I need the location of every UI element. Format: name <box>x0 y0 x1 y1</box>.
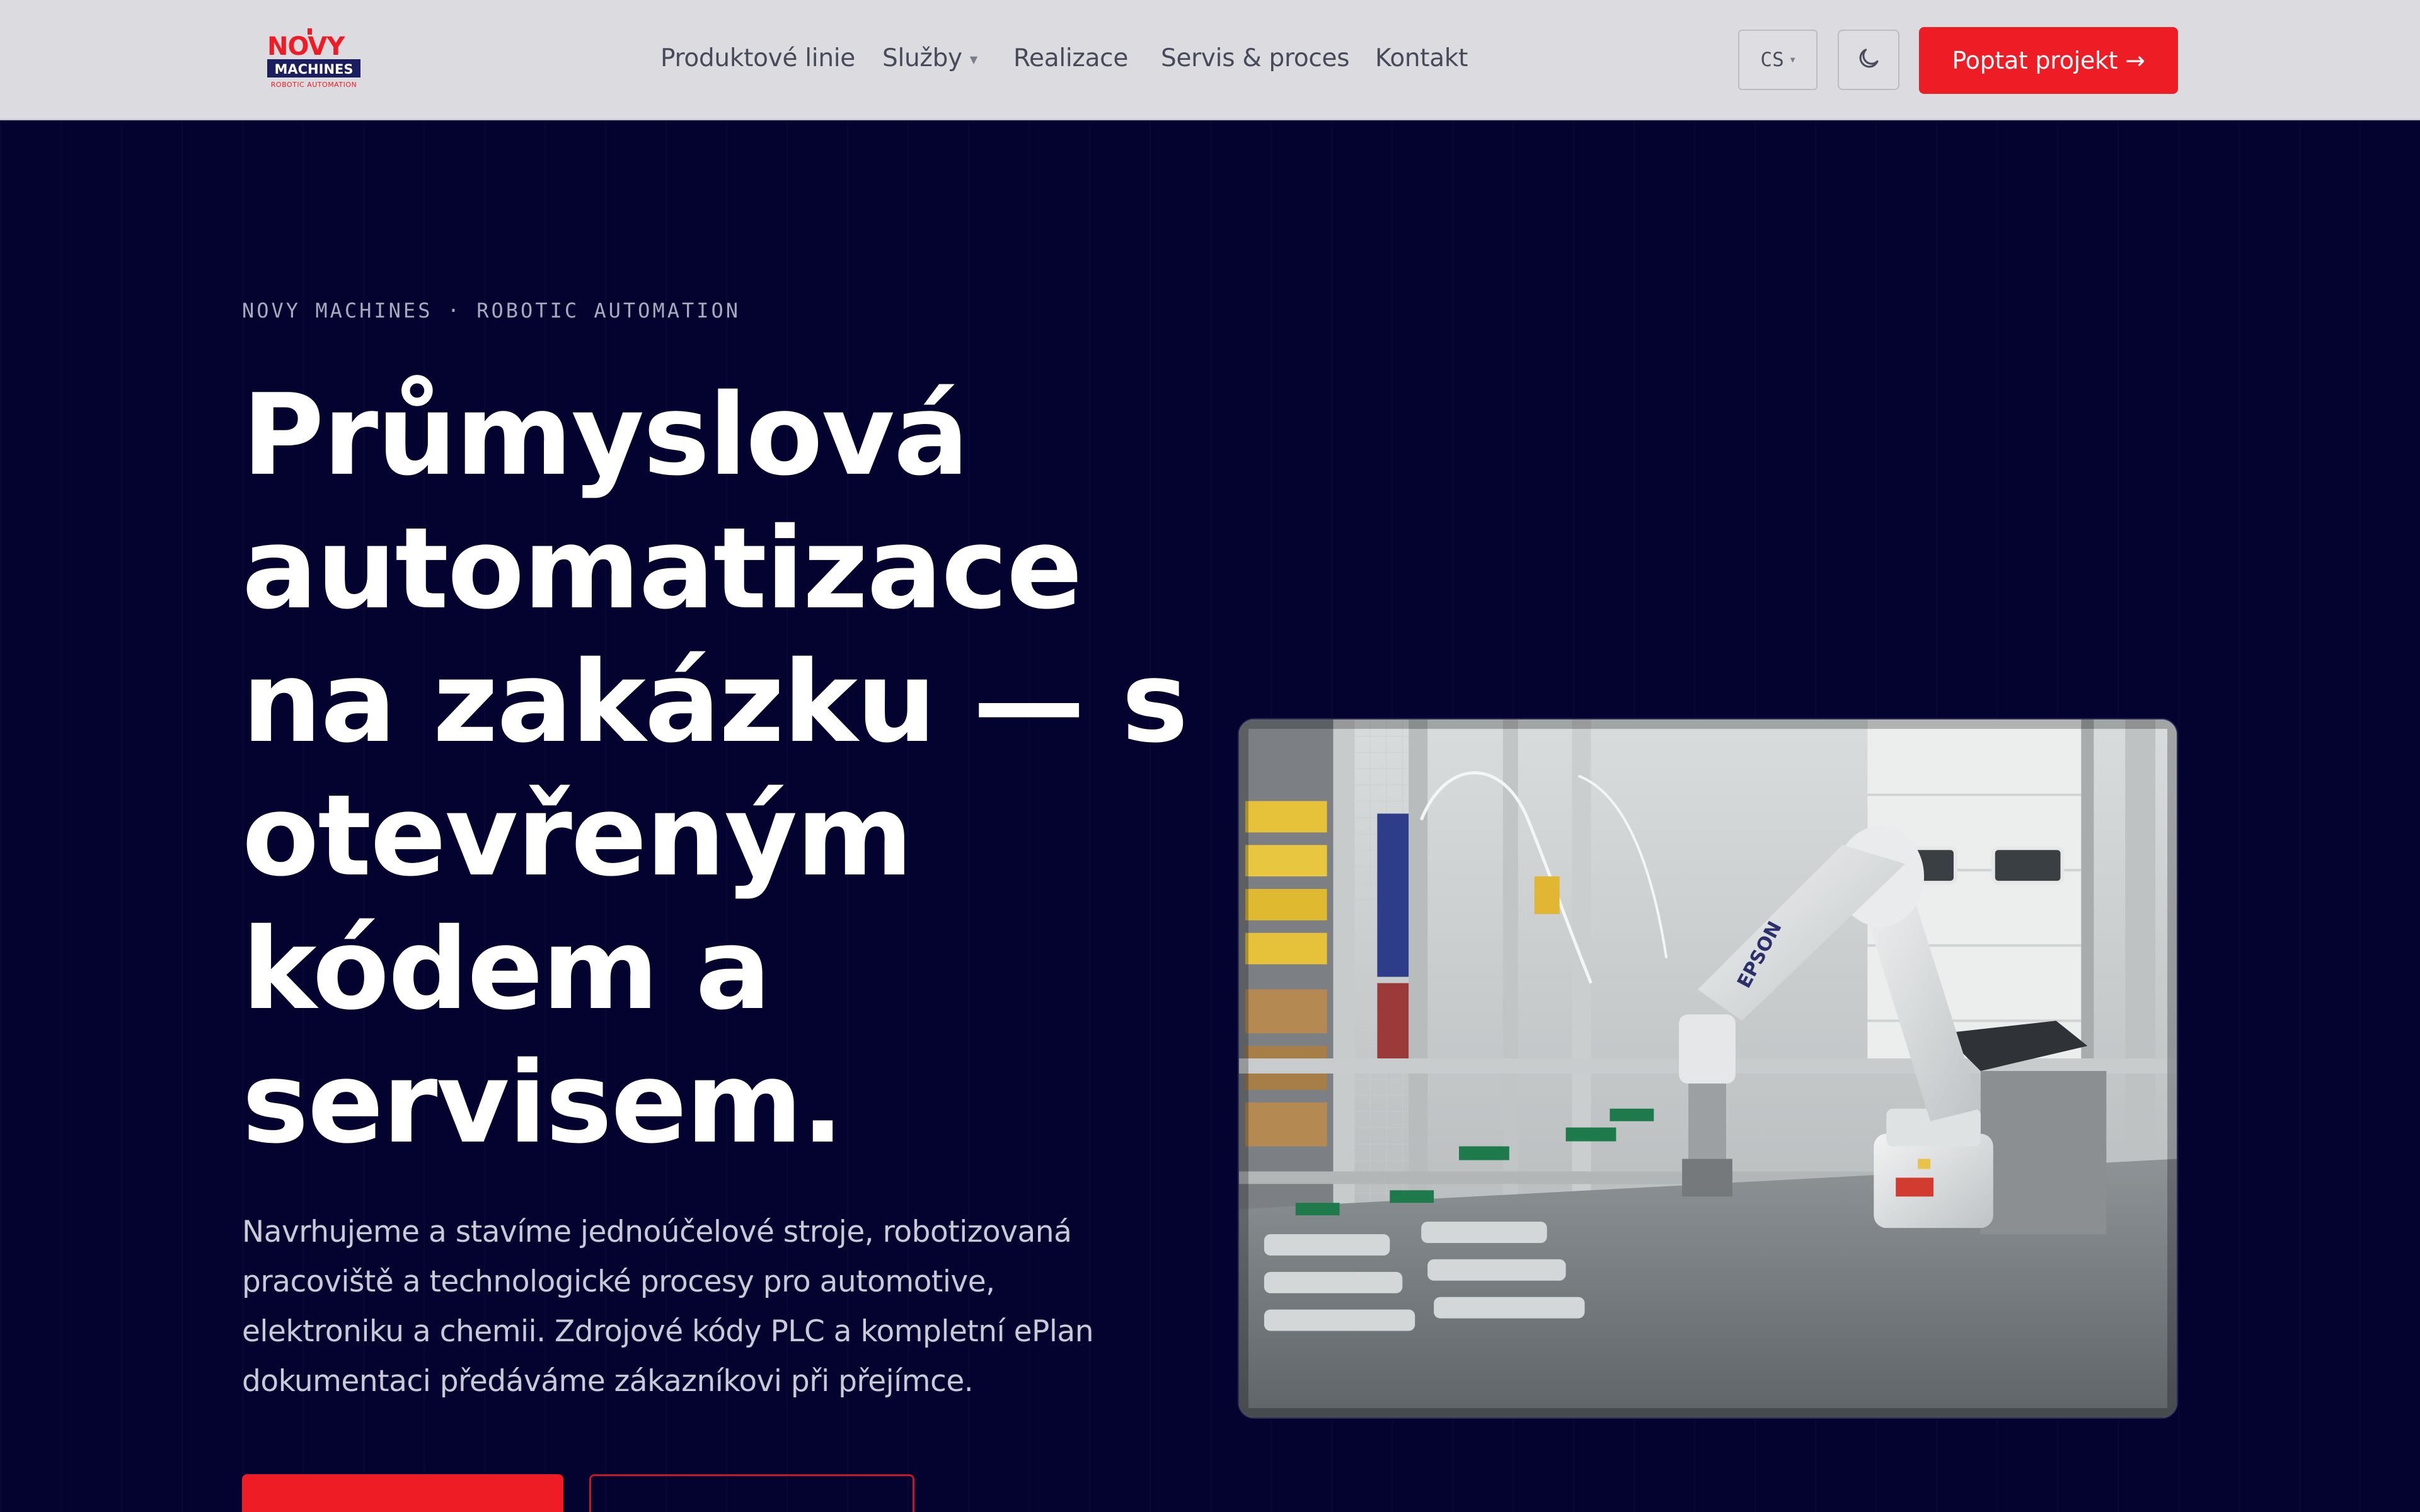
lead-line: elektroniku a chemii. Zdrojové kódy PLC … <box>242 1314 1093 1349</box>
logo-middle-text: MACHINES <box>275 62 354 77</box>
moon-icon <box>1855 45 1882 74</box>
logo-top-text: NOVY <box>267 32 345 61</box>
lead-line: Navrhujeme a stavíme jednoúčelové stroje… <box>242 1215 1072 1249</box>
nav-item-label: Služby <box>882 44 962 72</box>
theme-toggle-button[interactable] <box>1838 30 1899 90</box>
chevron-down-icon: ▼ <box>1790 55 1795 65</box>
lead-line: pracoviště a technologické procesy pro a… <box>242 1264 995 1299</box>
headline-line: na zakázku — s <box>242 637 1189 767</box>
headline-line: otevřeným <box>242 770 913 901</box>
headline-line: automatizace <box>242 503 1083 634</box>
logo-bottom-text: ROBOTIC AUTOMATION <box>271 81 357 89</box>
novy-machines-logo[interactable]: NOVY MACHINES ROBOTIC AUTOMATION <box>263 28 364 91</box>
hero-eyebrow: NOVY MACHINES · ROBOTIC AUTOMATION <box>242 299 741 323</box>
nav-item-servis-proces[interactable]: Servis & proces <box>1161 44 1350 72</box>
headline-line: kódem a <box>242 904 771 1034</box>
nav-item-realizace[interactable]: Realizace <box>1013 44 1128 72</box>
headline-line: servisem. <box>242 1038 844 1168</box>
hero-lead-text: Navrhujeme a stavíme jednoúčelové stroje… <box>242 1207 1124 1406</box>
request-project-button[interactable]: Poptat projekt → <box>1919 27 2178 94</box>
nav-item-kontakt[interactable]: Kontakt <box>1375 44 1468 72</box>
lead-line: dokumentaci předáváme zákazníkovi při př… <box>242 1364 974 1399</box>
chevron-down-icon: ▼ <box>969 54 977 66</box>
hero-secondary-button[interactable] <box>589 1474 914 1512</box>
nav-item-sluzby[interactable]: Služby ▼ <box>882 44 977 72</box>
robot-cell-photo: EPSON <box>1238 718 2178 1419</box>
language-selector[interactable]: CS ▼ <box>1738 30 1818 90</box>
hero-primary-button[interactable] <box>242 1474 563 1512</box>
hero-headline: Průmyslová automatizace na zakázku — s o… <box>242 369 1189 1170</box>
language-label: CS <box>1760 49 1784 71</box>
nav-item-produktove-linie[interactable]: Produktové linie <box>660 44 855 72</box>
headline-line: Průmyslová <box>242 370 969 500</box>
site-header: NOVY MACHINES ROBOTIC AUTOMATION Produkt… <box>0 0 2420 120</box>
